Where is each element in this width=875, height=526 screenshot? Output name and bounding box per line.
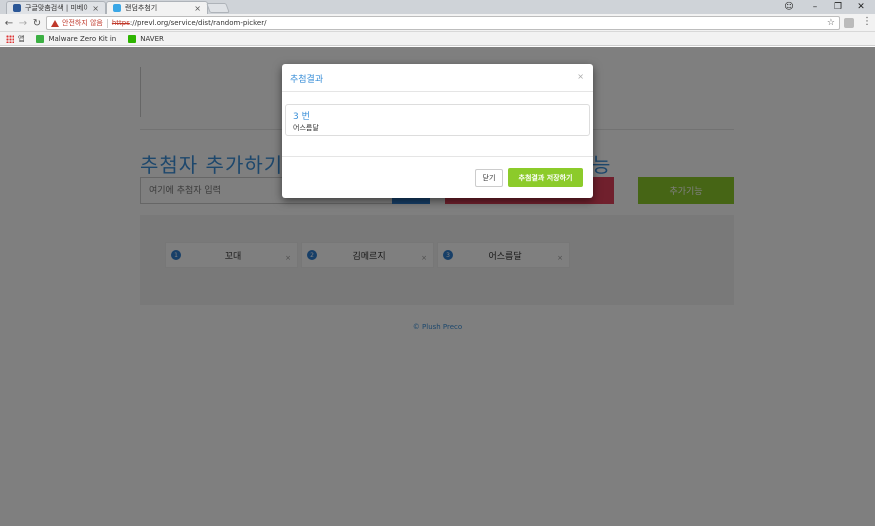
browser-tab-1[interactable]: 구글맞춤검색 | 미베이프 × <box>6 1 106 14</box>
site-favicon-icon <box>113 4 121 12</box>
apps-grid-icon <box>6 34 14 43</box>
modal-header: 추첨결과 × <box>282 64 593 92</box>
close-button[interactable]: 닫기 <box>475 169 503 187</box>
bookmark-malware-zero[interactable]: Malware Zero Kit in <box>36 34 117 43</box>
new-tab-button[interactable] <box>206 3 230 13</box>
modal-title: 추첨결과 <box>290 75 324 85</box>
security-warning[interactable]: 안전하지 않음 <box>62 18 103 28</box>
restore-button[interactable]: ❐ <box>827 0 849 14</box>
divider <box>282 156 593 157</box>
result-number: 3 번 <box>293 112 310 122</box>
save-result-button[interactable]: 추첨결과 저장하기 <box>508 168 583 187</box>
browser-toolbar: ← → ↻ 안전하지 않음 https ://prevl.org/service… <box>0 14 875 32</box>
tab-title: 랜덤추첨기 <box>125 4 158 12</box>
bookmark-label: NAVER <box>140 34 164 43</box>
account-icon[interactable]: ☺ <box>778 0 800 14</box>
close-tab-icon[interactable]: × <box>194 4 201 13</box>
url-path: ://prevl.org/service/dist/random-picker/ <box>129 19 267 27</box>
url-scheme: https <box>111 19 130 27</box>
bookmark-apps[interactable]: 앱 <box>6 34 24 44</box>
result-item: 3 번 어스름달 <box>285 104 590 136</box>
bookmark-label: 앱 <box>18 34 25 43</box>
close-icon[interactable]: × <box>577 72 584 81</box>
result-name: 어스름달 <box>293 124 319 132</box>
reload-icon[interactable]: ↻ <box>30 16 44 30</box>
divider <box>106 18 108 28</box>
warning-icon <box>51 19 59 27</box>
malware-zero-icon <box>36 34 45 43</box>
browser-tab-2[interactable]: 랜덤추첨기 × <box>106 1 208 14</box>
bookmarks-bar: 앱 Malware Zero Kit in NAVER <box>0 32 875 46</box>
result-modal: 추첨결과 × 3 번 어스름달 닫기 추첨결과 저장하기 <box>282 64 593 198</box>
bookmark-star-icon[interactable]: ☆ <box>827 18 835 28</box>
back-icon[interactable]: ← <box>2 16 16 30</box>
extension-icon[interactable] <box>844 18 854 28</box>
close-tab-icon[interactable]: × <box>92 4 99 13</box>
forward-icon[interactable]: → <box>16 16 30 30</box>
menu-icon[interactable]: ⋮ <box>862 16 872 27</box>
bookmark-naver[interactable]: NAVER <box>128 34 164 43</box>
tab-strip: 구글맞춤검색 | 미베이프 × 랜덤추첨기 × ☺ – ❐ ✕ <box>0 0 875 14</box>
minimize-button[interactable]: – <box>804 0 826 14</box>
window-close-button[interactable]: ✕ <box>850 0 872 14</box>
naver-icon <box>128 34 137 43</box>
tab-title: 구글맞춤검색 | 미베이프 <box>25 4 89 12</box>
bookmark-label: Malware Zero Kit in <box>48 34 117 43</box>
address-bar[interactable]: 안전하지 않음 https ://prevl.org/service/dist/… <box>46 16 840 30</box>
site-favicon-icon <box>13 4 21 12</box>
